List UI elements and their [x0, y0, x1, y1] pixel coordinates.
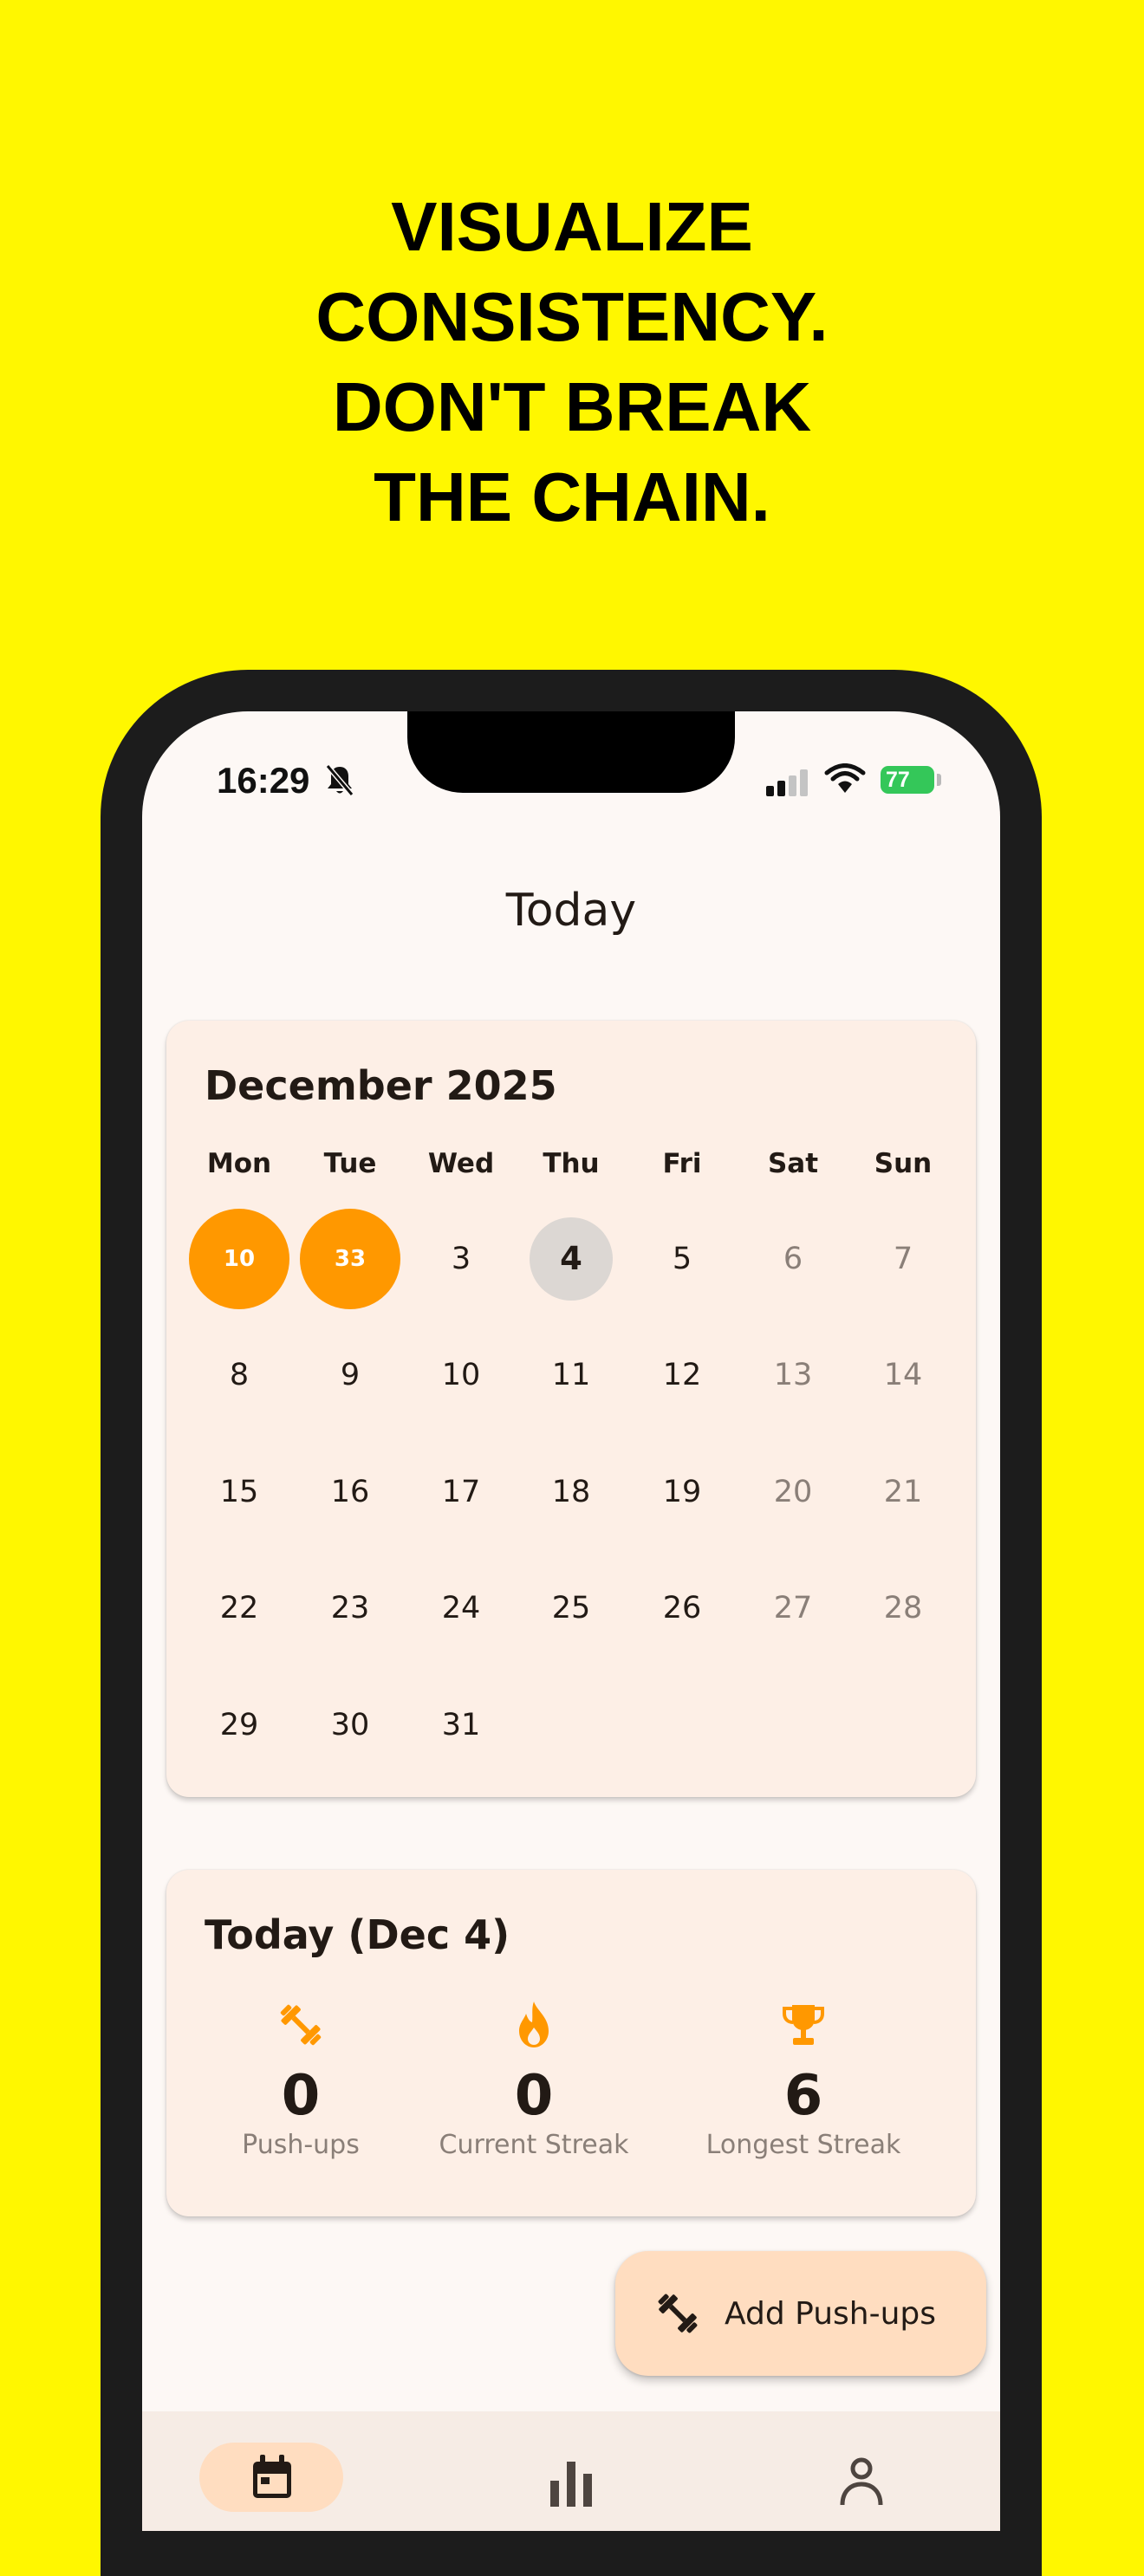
calendar-day[interactable]: 15 [184, 1466, 295, 1518]
calendar-day[interactable]: 28 [848, 1582, 959, 1634]
calendar-card: December 2025 Mon Tue Wed Thu Fri Sat Su… [166, 1021, 976, 1797]
flame-icon [519, 2002, 549, 2047]
calendar-day[interactable]: 23 [295, 1582, 406, 1634]
calendar-day[interactable]: 19 [627, 1466, 738, 1518]
nav-item-calendar[interactable] [199, 2443, 343, 2512]
calendar-day[interactable]: 17 [406, 1466, 517, 1518]
dumbbell-icon [280, 2004, 322, 2046]
dumbbell-icon [658, 2294, 698, 2333]
headline-line: VISUALIZE [391, 188, 753, 265]
calendar-day[interactable]: 5 [627, 1233, 738, 1285]
wifi-icon [824, 763, 866, 793]
calendar-day[interactable]: 10 [406, 1349, 517, 1401]
calendar-day[interactable]: 16 [295, 1466, 406, 1518]
today-card-title: Today (Dec 4) [205, 1911, 510, 1958]
page-title: Today [505, 885, 637, 937]
status-time: 16:29 [217, 760, 310, 801]
calendar-day[interactable]: 13 [738, 1349, 848, 1401]
today-card: Today (Dec 4) 0 Push-ups 0 Current Strea… [166, 1870, 976, 2216]
calendar-day[interactable]: 9 [295, 1349, 406, 1401]
trophy-icon [783, 2005, 824, 2045]
battery-level: 77 [886, 768, 910, 792]
calendar-day[interactable]: 18 [516, 1466, 627, 1518]
stat-label: Push-ups [242, 2130, 360, 2160]
stat-value: 6 [783, 2064, 823, 2128]
headline: VISUALIZE CONSISTENCY. DON'T BREAK THE C… [0, 182, 1144, 542]
cellular-signal-icon [766, 769, 808, 796]
headline-line: CONSISTENCY. [315, 278, 829, 355]
calendar-icon [253, 2455, 291, 2498]
calendar-day-completed[interactable]: 33 [300, 1209, 400, 1309]
calendar-day[interactable]: 21 [848, 1466, 959, 1518]
stat-label: Current Streak [439, 2130, 629, 2160]
calendar-day[interactable]: 6 [738, 1233, 848, 1285]
calendar-day[interactable]: 14 [848, 1349, 959, 1401]
calendar-day-completed[interactable]: 10 [189, 1209, 289, 1309]
calendar-day[interactable]: 29 [184, 1699, 295, 1751]
bar-chart-icon[interactable] [545, 2455, 597, 2507]
phone-screen: 16:29 77 Today December 2025 Mon Tue Wed… [142, 711, 1000, 2531]
stat-longest-streak: 6 Longest Streak [673, 2000, 933, 2160]
battery-tip [937, 774, 941, 786]
stat-value: 0 [514, 2064, 554, 2128]
notch [407, 711, 735, 793]
calendar-day[interactable]: 24 [406, 1582, 517, 1634]
stat-pushups: 0 Push-ups [171, 2000, 431, 2160]
stat-label: Longest Streak [705, 2130, 901, 2160]
calendar-day[interactable]: 3 [406, 1233, 517, 1285]
add-pushups-button[interactable]: Add Push-ups [615, 2251, 986, 2376]
calendar-day[interactable]: 20 [738, 1466, 848, 1518]
calendar-day[interactable]: 25 [516, 1582, 627, 1634]
battery-icon: 77 [881, 766, 934, 794]
calendar-day[interactable]: 22 [184, 1582, 295, 1634]
bell-muted-icon [325, 764, 354, 796]
calendar-day[interactable]: 30 [295, 1699, 406, 1751]
calendar-day[interactable]: 12 [627, 1349, 738, 1401]
calendar-day[interactable]: 7 [848, 1233, 959, 1285]
stat-value: 0 [281, 2064, 321, 2128]
calendar-day[interactable]: 26 [627, 1582, 738, 1634]
calendar-day[interactable]: 27 [738, 1582, 848, 1634]
person-icon[interactable] [835, 2455, 887, 2507]
bottom-nav [142, 2411, 1000, 2531]
headline-line: DON'T BREAK [332, 368, 812, 445]
calendar-day-today[interactable]: 4 [530, 1217, 613, 1301]
calendar-day[interactable]: 8 [184, 1349, 295, 1401]
calendar-day[interactable]: 11 [516, 1349, 627, 1401]
headline-line: THE CHAIN. [374, 458, 770, 535]
calendar-day[interactable]: 31 [406, 1699, 517, 1751]
add-pushups-label: Add Push-ups [725, 2295, 937, 2332]
calendar-grid: 10 33 3 4 5 6 7 8 9 10 11 12 13 14 15 16 17 18 19 20 21 22 23 2… [166, 1021, 976, 1797]
stat-current-streak: 0 Current Streak [404, 2000, 664, 2160]
